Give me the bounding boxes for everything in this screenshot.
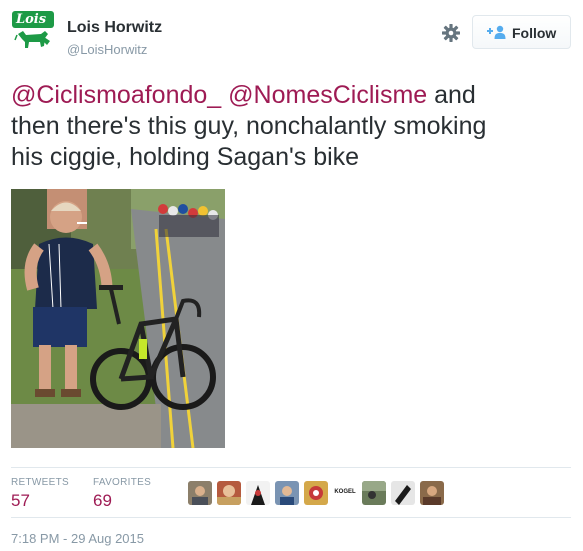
divider (11, 517, 571, 518)
tweet-header: Lois Lois Horwitz @LoisHorwitz Follow (0, 0, 583, 70)
tweet-photo[interactable] (11, 189, 225, 448)
tweet-text: @Ciclismoafondo_ @NomesCiclisme and then… (11, 80, 576, 173)
divider (11, 467, 571, 468)
favoriter-avatar[interactable]: KOGEL (333, 481, 357, 505)
avatar[interactable]: Lois (12, 11, 54, 53)
tweet-text-segment: then there's this guy, nonchalantly smok… (11, 112, 487, 140)
add-user-icon (487, 25, 506, 39)
retweets-count: 57 (11, 491, 30, 510)
retweets-label: RETWEETS (11, 477, 69, 488)
favoriter-avatar[interactable] (391, 481, 415, 505)
favorites-count: 69 (93, 491, 112, 510)
favoriter-avatar[interactable] (217, 481, 241, 505)
avatar-logo-badge: Lois (12, 11, 54, 28)
retweets-stat[interactable]: RETWEETS 57 (11, 477, 69, 511)
photo-man-holding-bike (11, 189, 225, 448)
favorites-stat[interactable]: FAVORITES 69 (93, 477, 151, 511)
favoriter-avatar[interactable] (188, 481, 212, 505)
bull-logo-icon (14, 31, 50, 48)
avatar-logo-text: Lois (16, 12, 47, 27)
kogel-logo: KOGEL (334, 489, 356, 495)
favoriter-avatar[interactable] (420, 481, 444, 505)
favoriter-avatar[interactable] (275, 481, 299, 505)
favoriter-avatar[interactable] (246, 481, 270, 505)
tweet-text-segment: and (427, 81, 476, 109)
favoriter-avatar[interactable] (362, 481, 386, 505)
mention-link[interactable]: @Ciclismoafondo_ (11, 81, 221, 109)
user-handle[interactable]: @LoisHorwitz (67, 42, 147, 57)
favoriter-avatar[interactable] (304, 481, 328, 505)
mention-link[interactable]: @NomesCiclisme (228, 81, 427, 109)
follow-button[interactable]: Follow (472, 15, 571, 49)
favorites-label: FAVORITES (93, 477, 152, 488)
tweet-timestamp[interactable]: 7:18 PM - 29 Aug 2015 (11, 531, 144, 546)
gear-icon[interactable] (441, 23, 461, 43)
follow-label: Follow (512, 25, 557, 41)
display-name[interactable]: Lois Horwitz (67, 19, 162, 37)
tweet-text-segment: his ciggie, holding Sagan's bike (11, 143, 360, 171)
